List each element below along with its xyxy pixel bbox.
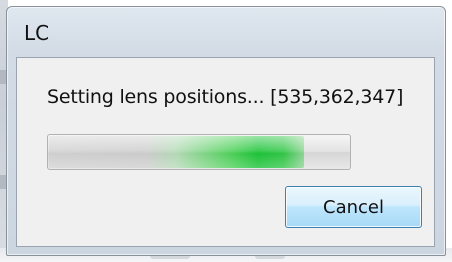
progress-bar-fill bbox=[49, 136, 304, 168]
screen: LC Setting lens positions... [535,362,34… bbox=[0, 0, 452, 262]
dialog-client-area: Setting lens positions... [535,362,347] … bbox=[16, 57, 435, 247]
window-title: LC bbox=[24, 21, 50, 45]
cancel-button[interactable]: Cancel bbox=[285, 186, 422, 228]
status-message: Setting lens positions... [535,362,347] bbox=[47, 86, 404, 108]
titlebar[interactable]: LC bbox=[7, 7, 445, 57]
lc-dialog-window: LC Setting lens positions... [535,362,34… bbox=[6, 6, 446, 256]
progress-bar bbox=[47, 134, 351, 170]
